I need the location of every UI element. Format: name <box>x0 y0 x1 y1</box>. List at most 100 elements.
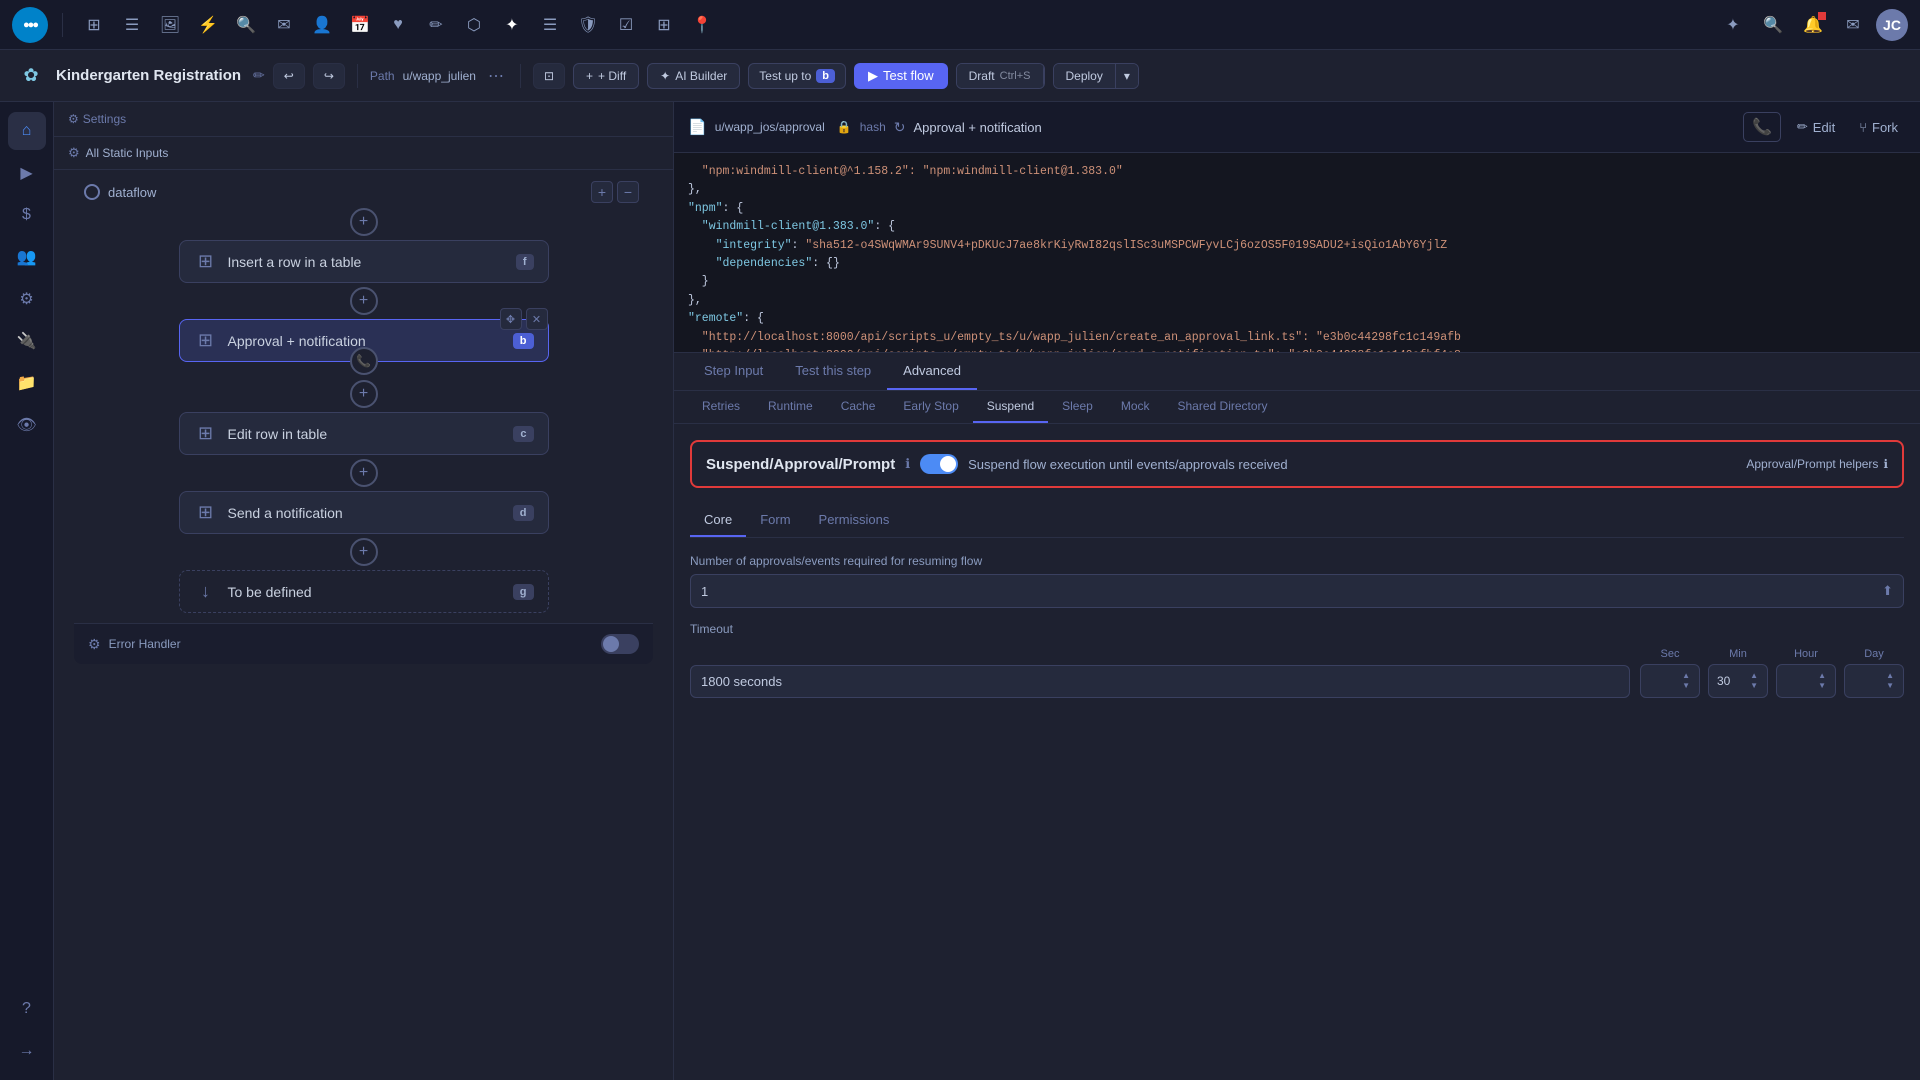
add-after-approval-button[interactable]: + <box>350 380 378 408</box>
min-up-btn[interactable]: ▲ <box>1749 671 1759 681</box>
sidebar-item-expand[interactable]: → <box>8 1032 46 1070</box>
sec-spinner[interactable]: ▲ ▼ <box>1681 671 1691 691</box>
nav-heart-icon[interactable]: ♥ <box>381 8 415 42</box>
app-logo[interactable]: ●●● <box>12 7 48 43</box>
nav-table-icon[interactable]: ⊞ <box>647 8 681 42</box>
sparkle-icon[interactable]: ✦ <box>1716 8 1750 42</box>
fork-script-button[interactable]: ⑂ Fork <box>1851 116 1906 139</box>
subtab-shared-dir[interactable]: Shared Directory <box>1164 391 1282 423</box>
day-spinner[interactable]: ▲ ▼ <box>1885 671 1895 691</box>
suspend-toggle[interactable] <box>920 454 958 474</box>
hour-input[interactable]: ▲ ▼ <box>1776 664 1836 698</box>
add-after-edit-button[interactable]: + <box>350 459 378 487</box>
subtab-mock[interactable]: Mock <box>1107 391 1164 423</box>
node-todo[interactable]: ↓ To be defined g <box>179 570 549 613</box>
form-tab-core[interactable]: Core <box>690 504 746 537</box>
zoom-out-button[interactable]: − <box>617 181 639 203</box>
nav-calendar-icon[interactable]: 📅 <box>343 8 377 42</box>
nav-bolt-icon[interactable]: ⚡ <box>191 8 225 42</box>
nav-hex-icon[interactable]: ⬡ <box>457 8 491 42</box>
view-button[interactable]: ⊡ <box>533 63 565 89</box>
min-spinner[interactable]: ▲ ▼ <box>1749 671 1759 691</box>
message-icon[interactable]: ✉ <box>1836 8 1870 42</box>
phone-action-icon[interactable]: 📞 <box>1743 112 1781 142</box>
node-close-button[interactable]: ✕ <box>526 308 548 330</box>
node-edit[interactable]: ⊞ Edit row in table c <box>179 412 549 455</box>
nav-map-icon[interactable]: 📍 <box>685 8 719 42</box>
min-input[interactable]: 30 ▲ ▼ <box>1708 664 1768 698</box>
suspend-info-icon[interactable]: ℹ <box>905 456 910 472</box>
form-tab-permissions[interactable]: Permissions <box>805 504 904 537</box>
deploy-dropdown-button[interactable]: ▾ <box>1116 64 1138 88</box>
approval-helpers-button[interactable]: Approval/Prompt helpers ℹ <box>1746 457 1888 471</box>
hour-spinner[interactable]: ▲ ▼ <box>1817 671 1827 691</box>
path-menu-icon[interactable]: ⋯ <box>488 66 504 86</box>
redo-button[interactable]: ↪ <box>313 63 345 89</box>
draft-button[interactable]: Draft Ctrl+S <box>957 64 1044 88</box>
node-insert[interactable]: ⊞ Insert a row in a table f <box>179 240 549 283</box>
sidebar-item-runs[interactable]: ▶ <box>8 154 46 192</box>
approvals-input[interactable]: 1 ⬆ <box>690 574 1904 608</box>
nav-users-icon[interactable]: 👤 <box>305 8 339 42</box>
tab-test-step[interactable]: Test this step <box>779 353 887 390</box>
subtab-cache[interactable]: Cache <box>827 391 890 423</box>
day-down-btn[interactable]: ▼ <box>1885 681 1895 691</box>
sec-up-btn[interactable]: ▲ <box>1681 671 1691 681</box>
error-handler-toggle[interactable] <box>601 634 639 654</box>
node-move-icon[interactable]: ✥ <box>500 308 522 330</box>
nav-list-icon[interactable]: ☰ <box>533 8 567 42</box>
add-after-send-button[interactable]: + <box>350 538 378 566</box>
sec-input[interactable]: ▲ ▼ <box>1640 664 1700 698</box>
day-up-btn[interactable]: ▲ <box>1885 671 1895 681</box>
nav-grid-icon[interactable]: ⊞ <box>77 8 111 42</box>
sidebar-item-watch[interactable]: 👁 <box>8 406 46 444</box>
sidebar-item-users[interactable]: 👥 <box>8 238 46 276</box>
day-input[interactable]: ▲ ▼ <box>1844 664 1904 698</box>
subtab-suspend[interactable]: Suspend <box>973 391 1048 423</box>
edit-title-icon[interactable]: ✏ <box>253 67 265 84</box>
min-down-btn[interactable]: ▼ <box>1749 681 1759 691</box>
sidebar-item-home[interactable]: ⌂ <box>8 112 46 150</box>
nav-star-icon[interactable]: ✦ <box>495 8 529 42</box>
zoom-in-button[interactable]: + <box>591 181 613 203</box>
diff-button[interactable]: + + Diff <box>573 63 639 89</box>
deploy-button[interactable]: Deploy <box>1054 64 1116 88</box>
add-before-insert-button[interactable]: + <box>350 208 378 236</box>
sidebar-item-settings[interactable]: ⚙ <box>8 280 46 318</box>
nav-image-icon[interactable]: 🖼 <box>153 8 187 42</box>
approvals-spinner[interactable]: ⬆ <box>1882 583 1893 599</box>
hour-down-btn[interactable]: ▼ <box>1817 681 1827 691</box>
add-between-button[interactable]: + <box>350 287 378 315</box>
nav-mail-icon[interactable]: ✉ <box>267 8 301 42</box>
test-flow-button[interactable]: ▶ Test flow <box>854 63 948 89</box>
tab-advanced[interactable]: Advanced <box>887 353 977 390</box>
nav-pen-icon[interactable]: ✏ <box>419 8 453 42</box>
edit-script-button[interactable]: ✏ Edit <box>1789 115 1843 139</box>
form-tab-form[interactable]: Form <box>746 504 804 537</box>
subtab-sleep[interactable]: Sleep <box>1048 391 1107 423</box>
tab-step-input[interactable]: Step Input <box>688 353 779 390</box>
bell-icon[interactable]: 🔔 <box>1796 8 1830 42</box>
sidebar-item-files[interactable]: 📁 <box>8 364 46 402</box>
sidebar-item-billing[interactable]: $ <box>8 196 46 234</box>
test-up-to-button[interactable]: Test up to b <box>748 63 846 89</box>
subtab-early-stop[interactable]: Early Stop <box>889 391 972 423</box>
nav-shield-icon[interactable]: 🛡 <box>571 8 605 42</box>
sidebar-item-integrations[interactable]: 🔌 <box>8 322 46 360</box>
user-avatar[interactable]: JC <box>1876 9 1908 41</box>
hour-up-btn[interactable]: ▲ <box>1817 671 1827 681</box>
search-icon[interactable]: 🔍 <box>1756 8 1790 42</box>
subtab-retries[interactable]: Retries <box>688 391 754 423</box>
sidebar-item-help[interactable]: ? <box>8 990 46 1028</box>
node-approval[interactable]: ✥ ✕ ⊞ Approval + notification b 📞 <box>179 319 549 362</box>
node-send[interactable]: ⊞ Send a notification d <box>179 491 549 534</box>
refresh-icon[interactable]: ↻ <box>894 119 906 136</box>
static-inputs-bar[interactable]: ⚙ All Static Inputs <box>54 137 673 170</box>
undo-button[interactable]: ↩ <box>273 63 305 89</box>
ai-builder-button[interactable]: ✦ AI Builder <box>647 63 740 89</box>
nav-bars-icon[interactable]: ☰ <box>115 8 149 42</box>
sec-down-btn[interactable]: ▼ <box>1681 681 1691 691</box>
nav-check-icon[interactable]: ☑ <box>609 8 643 42</box>
settings-link[interactable]: ⚙ Settings <box>68 112 126 126</box>
nav-search-icon[interactable]: 🔍 <box>229 8 263 42</box>
